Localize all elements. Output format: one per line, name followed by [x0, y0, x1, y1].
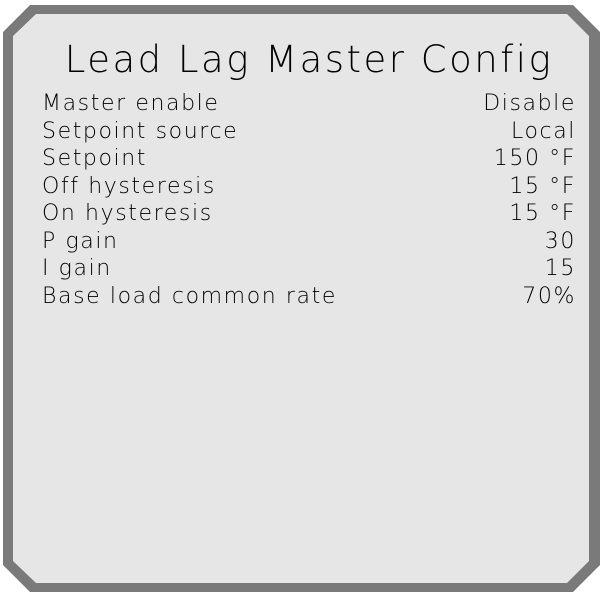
- value-setpoint[interactable]: 150 °F: [494, 145, 576, 173]
- row-i-gain[interactable]: I gain 15: [42, 255, 576, 283]
- label-i-gain: I gain: [42, 256, 112, 281]
- value-p-gain[interactable]: 30: [545, 228, 576, 256]
- row-off-hysteresis[interactable]: Off hysteresis 15 °F: [42, 173, 576, 201]
- label-setpoint-source: Setpoint source: [42, 118, 239, 144]
- label-on-hysteresis: On hysteresis: [42, 201, 213, 226]
- value-off-hysteresis[interactable]: 15 °F: [509, 173, 576, 201]
- config-list: Master enable Disable Setpoint source Lo…: [42, 90, 576, 310]
- row-setpoint-source[interactable]: Setpoint source Local: [42, 118, 576, 146]
- label-setpoint: Setpoint: [42, 146, 148, 171]
- row-on-hysteresis[interactable]: On hysteresis 15 °F: [42, 200, 576, 228]
- label-base-load-common-rate: Base load common rate: [42, 283, 337, 309]
- value-i-gain[interactable]: 15: [545, 255, 576, 283]
- value-base-load-common-rate[interactable]: 70%: [522, 283, 576, 311]
- config-content: Lead Lag Master Config Master enable Dis…: [42, 36, 576, 310]
- page-title: Lead Lag Master Config: [64, 38, 554, 81]
- row-setpoint[interactable]: Setpoint 150 °F: [42, 145, 576, 173]
- value-on-hysteresis[interactable]: 15 °F: [509, 200, 576, 228]
- row-base-load-common-rate[interactable]: Base load common rate 70%: [42, 283, 576, 311]
- row-p-gain[interactable]: P gain 30: [42, 228, 576, 256]
- row-master-enable[interactable]: Master enable Disable: [42, 90, 576, 118]
- value-master-enable[interactable]: Disable: [483, 90, 576, 118]
- label-master-enable: Master enable: [42, 91, 220, 116]
- label-p-gain: P gain: [42, 228, 119, 254]
- value-setpoint-source[interactable]: Local: [511, 118, 576, 146]
- label-off-hysteresis: Off hysteresis: [42, 173, 216, 199]
